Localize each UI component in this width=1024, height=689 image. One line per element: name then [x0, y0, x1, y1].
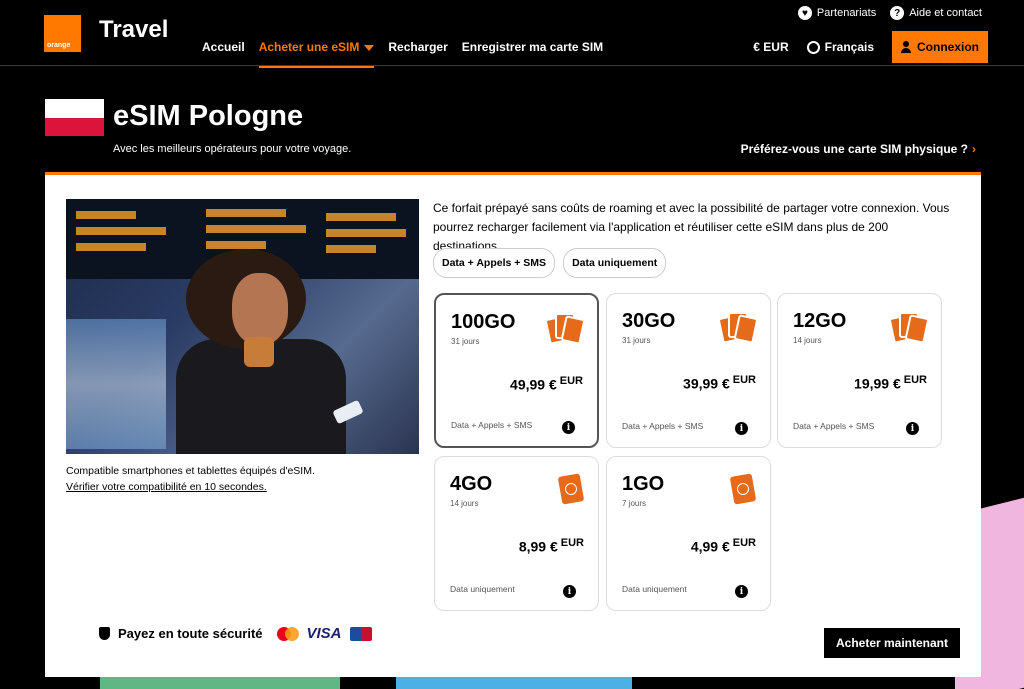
info-icon[interactable]: i — [906, 422, 919, 435]
user-icon — [901, 41, 911, 53]
plan-price: 49,99 € EUR — [510, 375, 583, 393]
nav-buy-esim[interactable]: Acheter une eSIM — [258, 40, 375, 68]
sim-cards-icon — [888, 312, 930, 344]
poland-flag — [45, 99, 104, 136]
orange-logo[interactable]: orange — [44, 15, 81, 52]
compatibility-link[interactable]: Vérifier votre compatibilité en 10 secon… — [66, 479, 315, 495]
handshake-icon: ♥ — [797, 6, 812, 20]
help-icon: ? — [890, 6, 905, 20]
compatibility-info: Compatible smartphones et tablettes équi… — [66, 463, 315, 495]
chevron-down-icon — [364, 44, 375, 51]
partners-link[interactable]: ♥ Partenariats — [797, 6, 876, 20]
nav-recharge[interactable]: Recharger — [388, 40, 447, 68]
brand-title[interactable]: Travel — [99, 16, 168, 44]
language-select[interactable]: Français — [806, 40, 874, 55]
filter-data-only[interactable]: Data uniquement — [563, 248, 667, 278]
secure-payment: Payez en toute sécurité VISA — [99, 625, 372, 642]
plan-price: 19,99 € EUR — [854, 374, 927, 392]
header-divider — [0, 65, 1024, 66]
plan-card-100go[interactable]: 100GO 31 jours 49,99 € EUR Data + Appels … — [434, 293, 599, 448]
main-nav: Accueil Acheter une eSIM Recharger Enreg… — [202, 40, 603, 68]
traveler-photo — [66, 199, 419, 454]
shield-icon — [99, 627, 110, 640]
compatibility-text: Compatible smartphones et tablettes équi… — [66, 465, 315, 477]
nav-register-sim[interactable]: Enregistrer ma carte SIM — [462, 40, 603, 68]
info-icon[interactable]: i — [562, 421, 575, 434]
logo-text: orange — [47, 42, 71, 49]
cb-card-icon — [349, 626, 372, 641]
mastercard-icon — [276, 626, 299, 641]
right-nav: € EUR Français Connexion — [753, 31, 988, 63]
sim-card-icon — [557, 473, 585, 505]
page-subtitle: Avec les meilleurs opérateurs pour votre… — [113, 143, 352, 155]
info-icon[interactable]: i — [563, 585, 576, 598]
info-icon[interactable]: i — [735, 585, 748, 598]
sim-cards-icon — [717, 312, 759, 344]
decor-green — [100, 676, 340, 689]
buy-now-button[interactable]: Acheter maintenant — [824, 628, 960, 658]
info-icon[interactable]: i — [735, 422, 748, 435]
sim-cards-icon — [544, 313, 586, 345]
filter-data-calls-sms[interactable]: Data + Appels + SMS — [433, 248, 556, 278]
decor-blue — [396, 676, 632, 689]
nav-accueil[interactable]: Accueil — [202, 40, 245, 68]
plan-card-12go[interactable]: 12GO 14 jours 19,99 € EUR Data + Appels +… — [777, 293, 942, 448]
login-button[interactable]: Connexion — [892, 31, 988, 63]
plan-price: 8,99 € EUR — [518, 537, 584, 555]
chevron-right-icon: › — [972, 142, 976, 156]
plan-price: 39,99 € EUR — [683, 374, 756, 392]
currency-select[interactable]: € EUR — [753, 40, 788, 54]
help-link[interactable]: ? Aide et contact — [890, 6, 982, 20]
sim-card-icon — [729, 473, 757, 505]
plan-card-4go[interactable]: 4GO 14 jours 8,99 € EUR Data uniquement i — [434, 456, 599, 611]
page-title: eSIM Pologne — [113, 100, 304, 132]
plan-card-1go[interactable]: 1GO 7 jours 4,99 € EUR Data uniquement i — [606, 456, 771, 611]
filter-pills: Data + Appels + SMS Data uniquement — [433, 248, 667, 278]
plan-card-30go[interactable]: 30GO 31 jours 39,99 € EUR Data + Appels +… — [606, 293, 771, 448]
globe-icon — [806, 41, 820, 55]
top-links: ♥ Partenariats ? Aide et contact — [797, 6, 982, 20]
plan-panel: Compatible smartphones et tablettes équi… — [45, 172, 981, 677]
visa-logo: VISA — [306, 625, 342, 642]
physical-sim-link[interactable]: Préférez-vous une carte SIM physique ? › — [741, 142, 976, 156]
plan-price: 4,99 € EUR — [690, 537, 756, 555]
